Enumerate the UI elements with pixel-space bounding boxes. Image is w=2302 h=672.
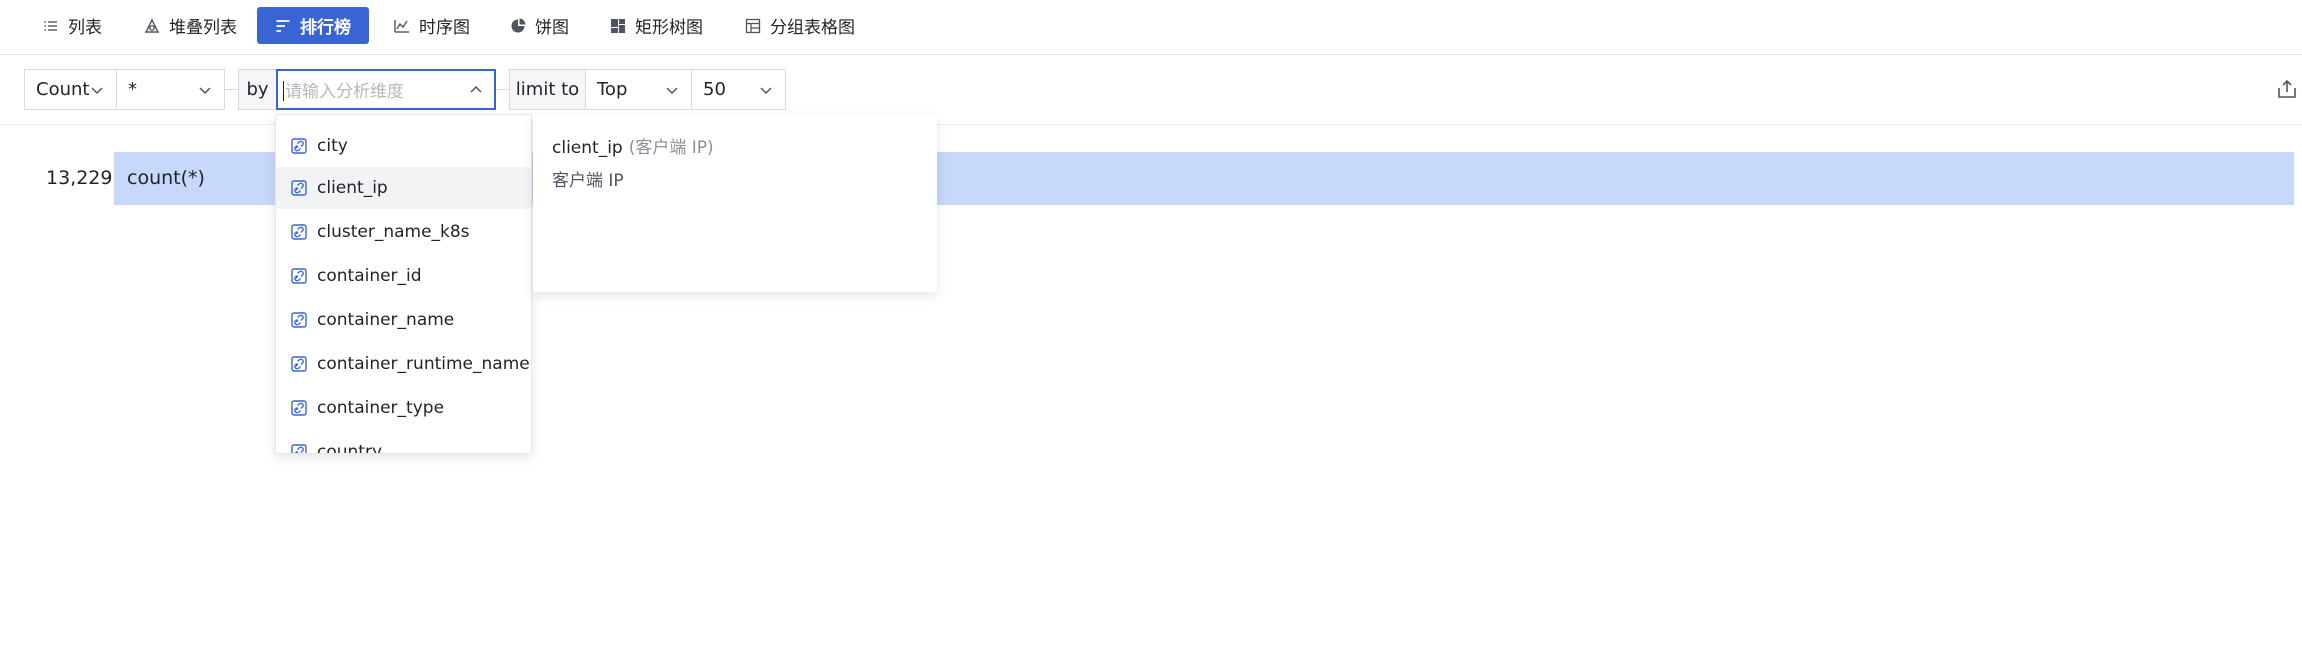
- dropdown-item-label: client_ip: [317, 178, 388, 198]
- field-type-icon: [291, 224, 307, 240]
- dropdown-item-label: container_runtime_name: [317, 354, 530, 374]
- tab-label: 分组表格图: [770, 18, 855, 38]
- field-type-icon: [291, 138, 307, 154]
- dimension-dropdown: city client_ip cluster_name_k8s containe…: [275, 114, 532, 454]
- dropdown-item-label: cluster_name_k8s: [317, 222, 470, 242]
- tab-pie[interactable]: 饼图: [492, 7, 587, 44]
- dropdown-item[interactable]: container_id: [276, 255, 531, 297]
- connector-line: [496, 89, 509, 90]
- grouped-table-icon: [745, 18, 761, 33]
- tab-stacked-list[interactable]: 堆叠列表: [126, 7, 255, 44]
- field-type-icon: [291, 312, 307, 328]
- dimension-input[interactable]: 请输入分析维度: [276, 69, 496, 110]
- dropdown-item[interactable]: country: [276, 431, 531, 454]
- tab-ranking[interactable]: 排行榜: [257, 7, 369, 44]
- aggregate-select[interactable]: Count: [24, 69, 117, 110]
- dropdown-item[interactable]: container_type: [276, 387, 531, 429]
- dropdown-item[interactable]: container_name: [276, 299, 531, 341]
- dropdown-item-label: container_id: [317, 266, 422, 286]
- visualization-tabs: 列表 堆叠列表 排行榜 时序图 饼图 矩形树图 分组表格图: [0, 0, 2302, 55]
- tab-grouped-table[interactable]: 分组表格图: [727, 7, 873, 44]
- chevron-down-icon: [760, 87, 772, 95]
- treemap-icon: [611, 18, 625, 33]
- dropdown-item[interactable]: client_ip: [276, 167, 531, 209]
- dropdown-item-label: container_name: [317, 310, 455, 330]
- field-detail-name: client_ip: [552, 138, 623, 158]
- limit-label: limit to: [509, 69, 586, 110]
- field-select[interactable]: *: [116, 69, 225, 110]
- aggregate-value: Count: [36, 79, 90, 100]
- dropdown-item-label: country: [317, 442, 383, 454]
- field-type-icon: [291, 400, 307, 416]
- field-detail-panel: client_ip (客户端 IP) 客户端 IP: [533, 114, 937, 292]
- limit-select[interactable]: 50: [691, 69, 786, 110]
- connector-line: [225, 89, 238, 90]
- field-type-icon: [291, 444, 307, 453]
- stack-icon: [144, 17, 160, 33]
- field-value: *: [128, 79, 137, 100]
- timeseries-icon: [394, 19, 409, 33]
- tab-label: 列表: [68, 18, 102, 38]
- tab-label: 排行榜: [300, 18, 351, 38]
- field-detail-description: 客户端 IP: [552, 171, 624, 191]
- tab-timeseries[interactable]: 时序图: [376, 7, 488, 44]
- chevron-down-icon: [666, 87, 678, 95]
- chevron-down-icon: [91, 87, 103, 95]
- order-value: Top: [597, 79, 628, 100]
- pie-icon: [511, 18, 526, 32]
- ranking-label: count(*): [127, 167, 205, 189]
- tab-label: 饼图: [535, 18, 569, 38]
- dropdown-item[interactable]: city: [276, 125, 531, 167]
- chevron-down-icon: [199, 87, 211, 95]
- limit-value: 50: [703, 79, 726, 100]
- ranking-value: 13,229: [46, 167, 113, 189]
- field-detail-title: client_ip (客户端 IP): [552, 133, 714, 158]
- tab-list[interactable]: 列表: [25, 7, 120, 44]
- list-icon: [44, 20, 57, 31]
- field-type-icon: [291, 268, 307, 284]
- order-select[interactable]: Top: [585, 69, 692, 110]
- text-caret: [283, 81, 284, 101]
- tab-label: 矩形树图: [635, 18, 703, 38]
- chevron-up-icon: [470, 85, 482, 93]
- field-detail-alias: (客户端 IP): [628, 138, 714, 158]
- by-text: by: [246, 79, 269, 100]
- by-label: by: [238, 69, 277, 110]
- limit-text: limit to: [515, 79, 580, 100]
- dropdown-item-label: container_type: [317, 398, 445, 418]
- dimension-placeholder: 请输入分析维度: [285, 82, 404, 102]
- field-type-icon: [291, 356, 307, 372]
- dropdown-item[interactable]: cluster_name_k8s: [276, 211, 531, 253]
- dropdown-item-label: city: [317, 136, 348, 156]
- field-type-icon: [291, 180, 307, 196]
- export-icon[interactable]: [2276, 78, 2298, 100]
- tab-label: 堆叠列表: [169, 18, 237, 38]
- tab-label: 时序图: [419, 18, 470, 38]
- tab-treemap[interactable]: 矩形树图: [592, 7, 721, 44]
- dropdown-item[interactable]: container_runtime_name: [276, 343, 531, 385]
- ranking-icon: [276, 19, 290, 32]
